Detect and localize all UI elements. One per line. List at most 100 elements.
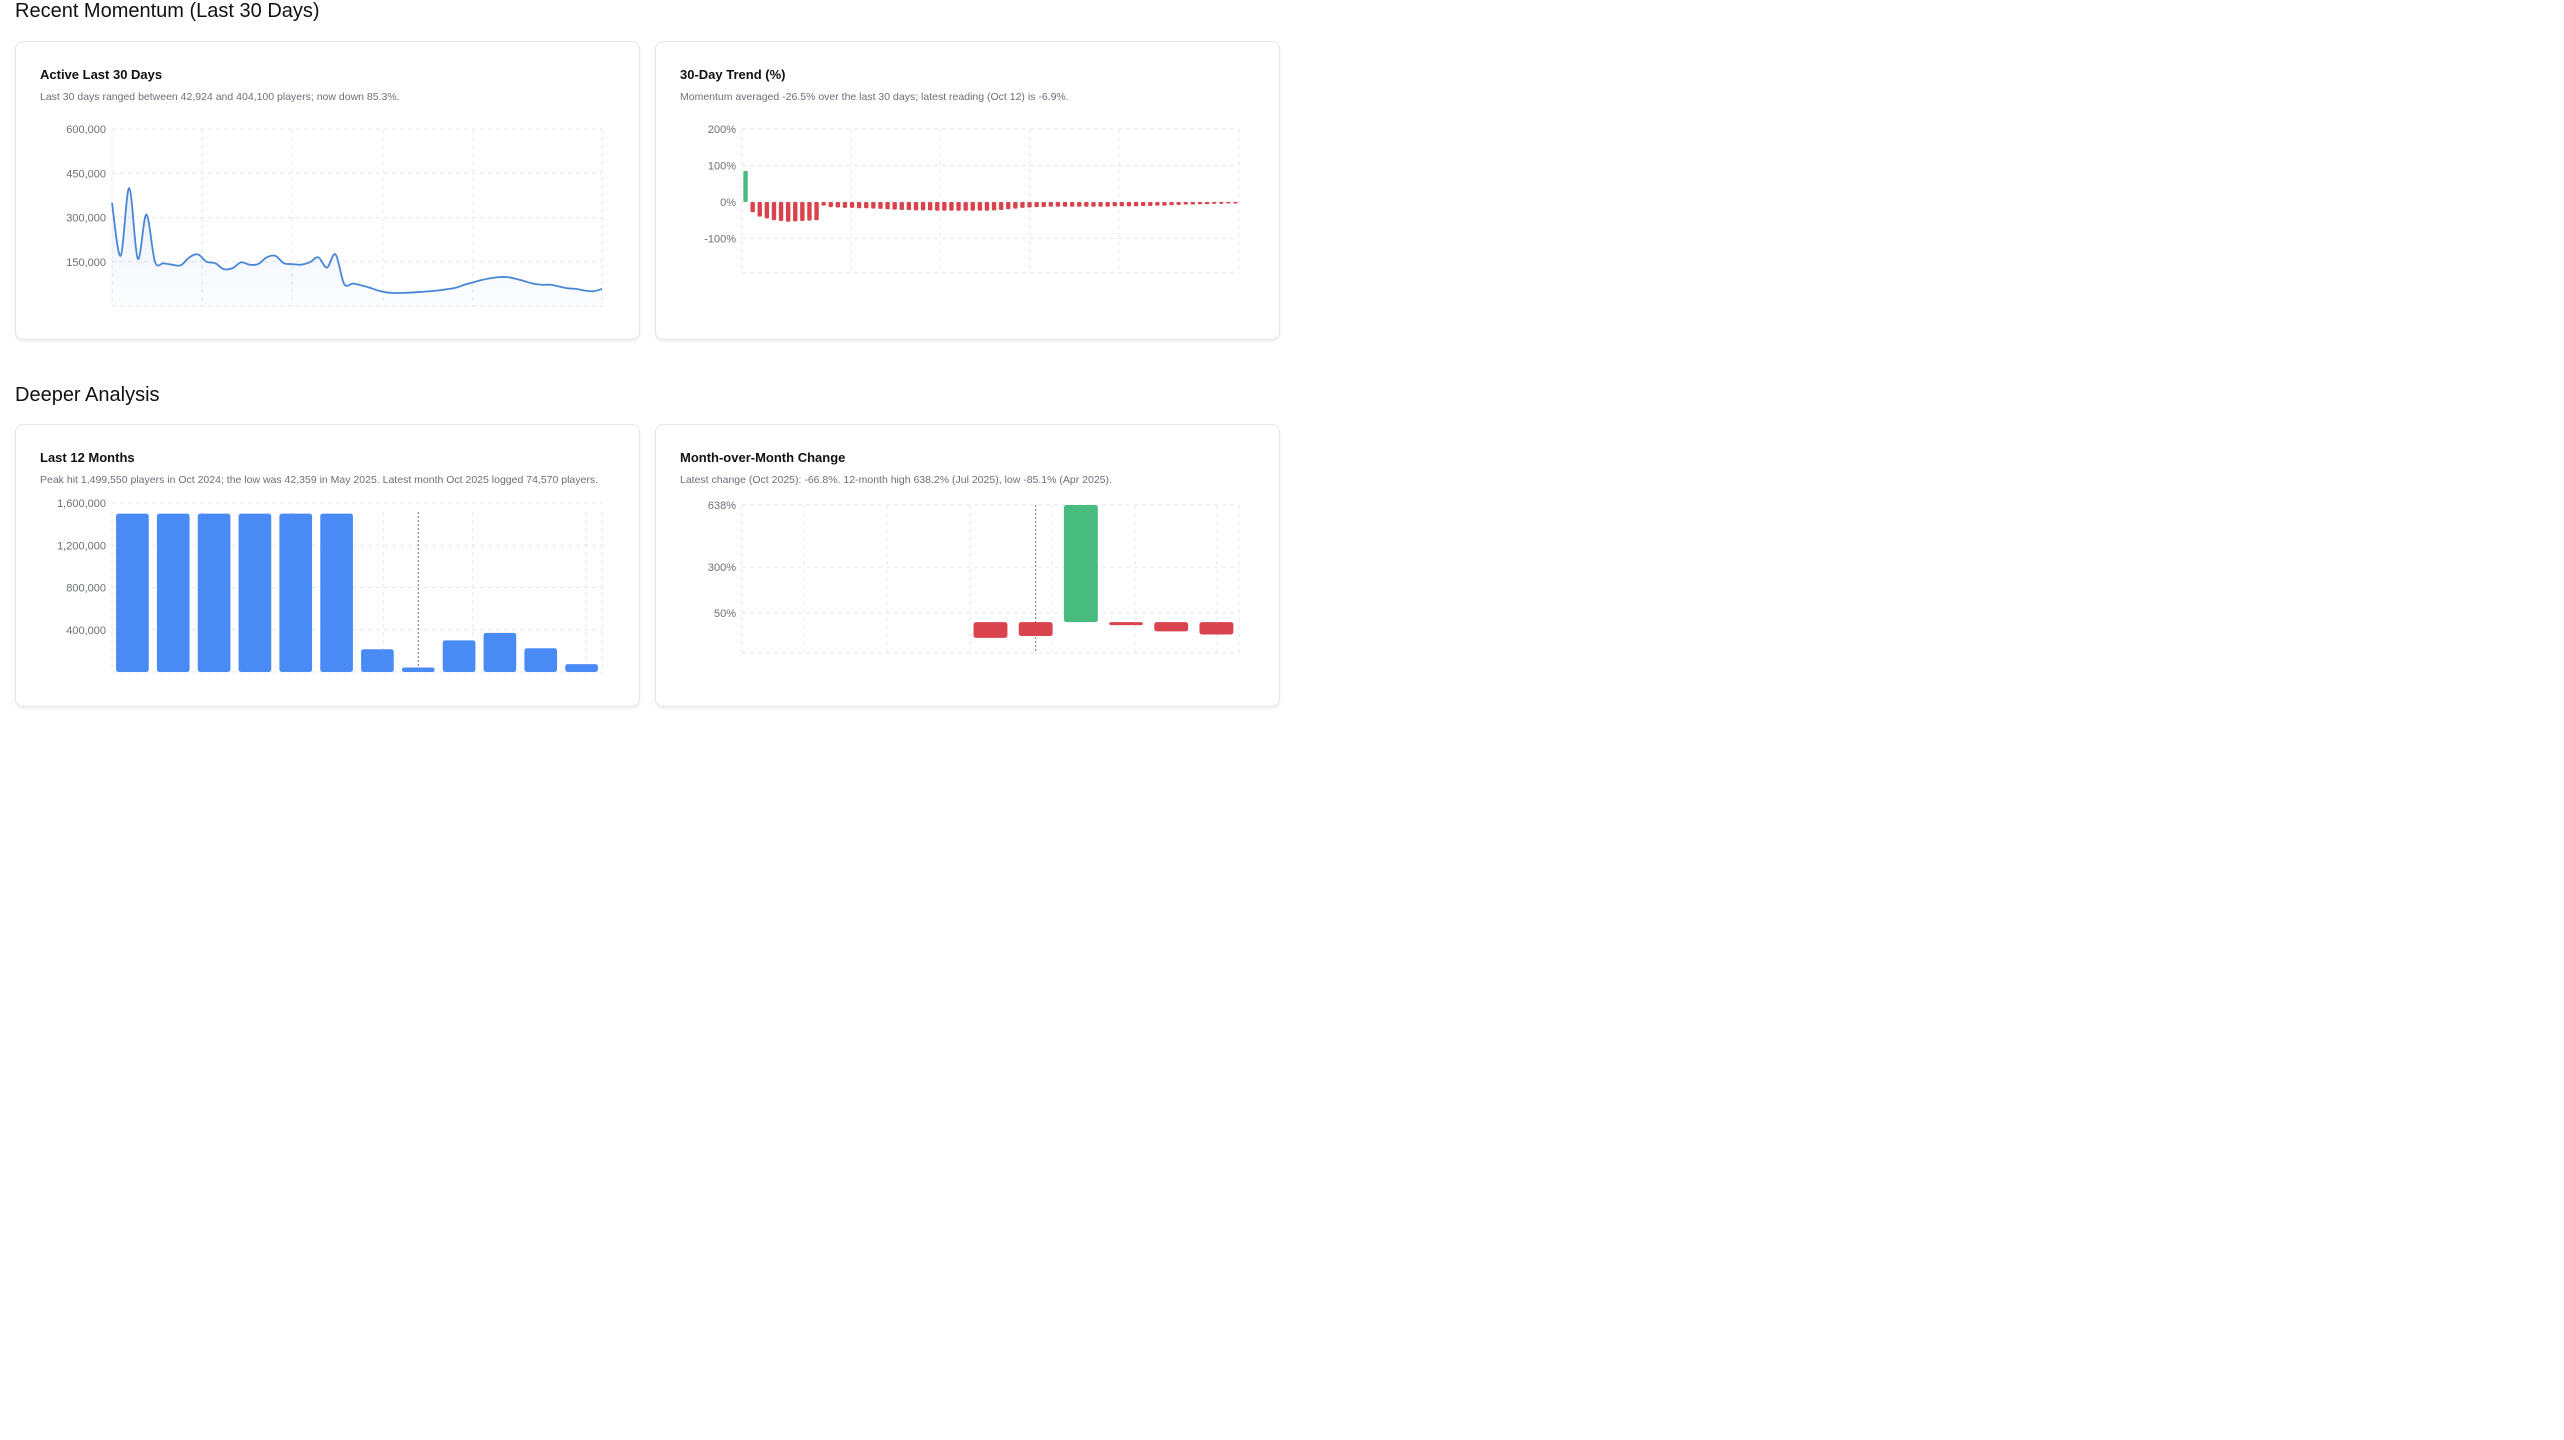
- y-tick-label: 150,000: [66, 257, 106, 269]
- trend-bar: [864, 202, 869, 209]
- trend-bar: [1169, 202, 1174, 206]
- month-bar: [442, 640, 476, 672]
- mom-bar: [973, 622, 1008, 638]
- trend-bar: [878, 202, 883, 209]
- trend-bar: [828, 202, 833, 208]
- trend-bar: [1190, 202, 1196, 205]
- active-30-days-chart: 150,000 300,000 450,000 600,000: [66, 124, 603, 307]
- trend-bar: [807, 202, 812, 221]
- month-bar: [238, 513, 272, 672]
- area-fill: [112, 187, 602, 306]
- section-title-deeper: Deeper Analysis: [15, 384, 160, 406]
- trend-bar: [750, 202, 755, 213]
- trend-bar: [814, 202, 819, 221]
- trend-bar: [1204, 202, 1210, 205]
- y-tick-label: 300%: [708, 562, 736, 574]
- y-tick-label: 100%: [708, 161, 736, 173]
- trend-30-days-chart: -100% 0% 100% 200%: [704, 124, 1240, 274]
- month-bar: [483, 632, 517, 672]
- trend-bar: [1112, 202, 1117, 207]
- trend-bar: [956, 202, 961, 211]
- trend-bar: [963, 202, 968, 211]
- trend-bar: [856, 202, 862, 209]
- mom-bar: [1063, 504, 1098, 623]
- month-bar: [279, 513, 313, 672]
- month-bar: [156, 513, 190, 672]
- month-bar: [320, 513, 353, 672]
- trend-bar: [1140, 202, 1146, 207]
- trend-bar: [785, 202, 791, 222]
- trend-bar: [871, 202, 876, 209]
- month-over-month-card: Month-over-Month Change Latest change (O…: [655, 424, 1280, 707]
- trend-bar: [927, 202, 933, 211]
- trend-bar: [1211, 202, 1217, 204]
- trend-bar: [970, 202, 975, 211]
- trend-bar: [885, 202, 890, 210]
- trend-bar: [1098, 202, 1103, 207]
- y-tick-label: 300,000: [66, 213, 106, 225]
- trend-bar: [942, 202, 947, 211]
- trend-bar: [913, 202, 919, 211]
- y-tick-label: 800,000: [66, 583, 106, 595]
- trend-bar: [984, 202, 990, 211]
- trend-bar: [842, 202, 848, 208]
- trend-bar: [1119, 202, 1125, 207]
- month-bar: [565, 664, 598, 672]
- y-tick-label: 0%: [720, 197, 736, 209]
- y-tick-label: 450,000: [66, 168, 106, 180]
- trend-bar: [1084, 202, 1089, 207]
- trend-bar: [949, 202, 954, 211]
- trend-bar: [998, 202, 1004, 211]
- trend-bar: [906, 202, 912, 211]
- trend-bar: [800, 202, 805, 221]
- trend-bar: [1219, 202, 1224, 204]
- last-12-months-chart: 400,000 800,000 1,200,000 1,600,000: [57, 498, 603, 673]
- trend-bar: [1133, 202, 1139, 207]
- trend-bar: [849, 202, 855, 208]
- y-tick-label: -100%: [704, 234, 736, 246]
- trend-bar: [1020, 202, 1025, 208]
- section-title-recent: Recent Momentum (Last 30 Days): [15, 0, 320, 22]
- trend-bar: [835, 202, 841, 208]
- trend-bar: [1126, 202, 1132, 207]
- trend-bar: [1048, 202, 1054, 207]
- trend-bar: [1069, 202, 1075, 207]
- trend-bar: [778, 202, 784, 221]
- mom-bar: [1018, 622, 1053, 636]
- y-tick-label: 50%: [714, 608, 736, 620]
- trend-bar: [1013, 202, 1018, 209]
- trend-bar: [1176, 202, 1181, 205]
- trend-bar: [1041, 202, 1046, 208]
- trend-bar: [1233, 202, 1238, 204]
- y-tick-label: 1,600,000: [57, 498, 106, 510]
- trend-bar: [1091, 202, 1096, 207]
- trend-bar: [821, 202, 826, 206]
- trend-bar: [764, 202, 770, 219]
- trend-bar: [1062, 202, 1068, 207]
- mom-bar: [1109, 622, 1143, 626]
- trend-bar: [1027, 202, 1032, 208]
- trend-bar: [1055, 202, 1061, 207]
- trend-bar: [892, 202, 897, 210]
- mom-bar: [1199, 622, 1234, 635]
- trend-bar: [977, 202, 983, 211]
- trend-bar: [1148, 202, 1153, 207]
- trend-bar: [920, 202, 926, 211]
- trend-bar: [1162, 202, 1167, 206]
- gridlines: [741, 128, 1240, 274]
- month-bar: [116, 513, 149, 672]
- trend-bar: [1105, 202, 1110, 207]
- month-bar: [401, 667, 435, 672]
- month-over-month-chart: 50% 300% 638%: [708, 500, 1240, 654]
- trend-bar: [793, 202, 798, 222]
- trend-bar: [899, 202, 904, 211]
- trend-bar: [935, 202, 940, 211]
- trend-bar: [1034, 202, 1039, 208]
- y-tick-label: 638%: [708, 500, 736, 512]
- y-tick-label: 600,000: [66, 124, 106, 136]
- month-bar: [361, 649, 394, 672]
- y-tick-label: 1,200,000: [57, 540, 106, 552]
- trend-bar: [1226, 202, 1231, 204]
- trend-bar: [1006, 202, 1011, 210]
- trend-bar: [1197, 202, 1203, 205]
